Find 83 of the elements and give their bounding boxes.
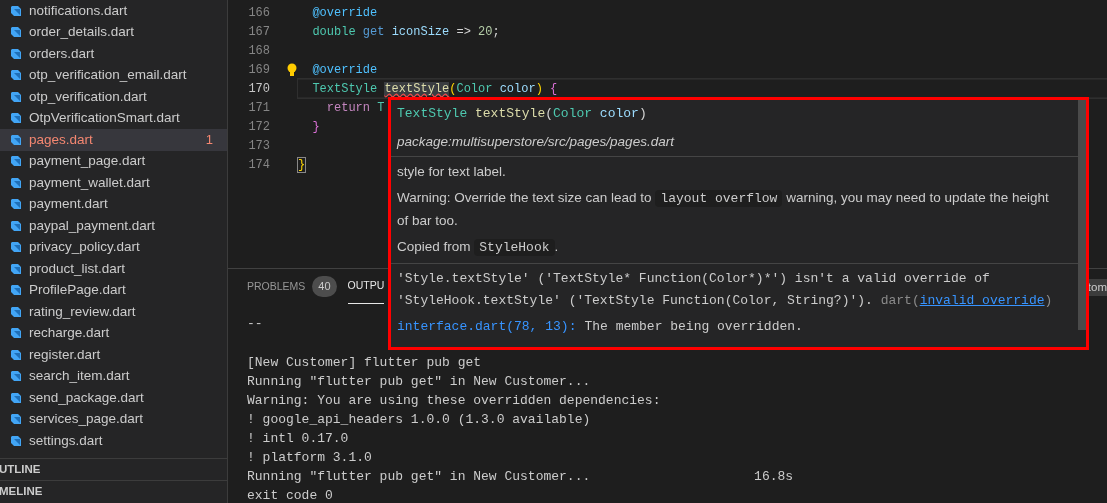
- output-line: Running "flutter pub get" in New Customer... 16.8s: [247, 469, 794, 484]
- output-line: [New Customer] flutter pub get: [247, 355, 482, 370]
- output-line: exit code 0: [247, 488, 333, 503]
- file-item[interactable]: pages.dart 1: [0, 129, 227, 151]
- lightbulb-icon[interactable]: [287, 62, 297, 77]
- file-item[interactable]: order_details.dart: [0, 21, 227, 43]
- dart-file-icon: [10, 112, 22, 125]
- file-item[interactable]: recharge.dart: [0, 322, 227, 344]
- file-item[interactable]: payment_wallet.dart: [0, 172, 227, 194]
- dart-file-icon: [10, 155, 22, 168]
- output-line: ! google_api_headers 1.0.0 (1.3.0 available): [247, 412, 591, 427]
- dart-file-icon: [10, 262, 22, 275]
- error-code-link[interactable]: invalid_override: [919, 293, 1045, 308]
- code-line: }: [311, 118, 320, 136]
- dart-file-icon: [10, 219, 22, 232]
- panel-tab[interactable]: PROBLEMS 40: [247, 269, 337, 304]
- dart-file-icon: [10, 133, 22, 146]
- line-number: 169: [247, 61, 270, 79]
- dart-file-icon: [10, 90, 22, 103]
- file-item[interactable]: product_list.dart: [0, 258, 227, 280]
- code-line: return T: [325, 99, 385, 117]
- file-item[interactable]: paypal_payment.dart: [0, 215, 227, 237]
- output-line: --: [247, 316, 263, 331]
- output-line: ! platform 3.1.0: [247, 450, 372, 465]
- code-line: double get iconSize => 20;: [311, 23, 500, 41]
- file-item[interactable]: otp_verification.dart: [0, 86, 227, 108]
- dart-file-icon: [10, 348, 22, 361]
- line-number: 168: [247, 42, 270, 60]
- dart-file-icon: [10, 176, 22, 189]
- dart-file-icon: [10, 391, 22, 404]
- file-item[interactable]: services_page.dart: [0, 408, 227, 430]
- output-line: Running "flutter pub get" in New Customer...: [247, 374, 591, 389]
- file-item[interactable]: otp_verification_email.dart: [0, 64, 227, 86]
- code-line: @override: [311, 61, 378, 79]
- line-number: 167: [247, 23, 270, 41]
- dart-file-icon: [10, 305, 22, 318]
- file-item[interactable]: privacy_policy.dart: [0, 236, 227, 258]
- line-number: 173: [247, 137, 270, 155]
- hover-signature: TextStyle textStyle(Color color): [396, 105, 648, 124]
- code-line: }: [298, 156, 306, 174]
- dart-file-icon: [10, 434, 22, 447]
- problem-count: 1: [205, 131, 213, 149]
- count-badge: 40: [312, 276, 337, 297]
- line-number: 172: [247, 118, 270, 136]
- code-line: @override: [311, 4, 378, 22]
- dart-file-icon: [10, 4, 22, 17]
- related-message: The member being overridden.: [584, 318, 803, 336]
- file-item[interactable]: payment.dart: [0, 193, 227, 215]
- file-item[interactable]: send_package.dart: [0, 387, 227, 409]
- dart-file-icon: [10, 26, 22, 39]
- section-header[interactable]: UTLINE: [0, 458, 227, 480]
- file-item[interactable]: search_item.dart: [0, 365, 227, 387]
- location-link[interactable]: interface.dart(78, 13):: [397, 316, 577, 338]
- package-path: package:multisuperstore/src/pages/pages.dart: [395, 132, 676, 151]
- doc-text: Warning: Override the text size can lead to layout overflow warning, you may need to update the height of bar too.: [397, 189, 1050, 230]
- doc-text: Copied from StyleHook .: [397, 238, 560, 258]
- dart-file-icon: [10, 198, 22, 211]
- panel-tab[interactable]: OUTPU: [347, 269, 385, 304]
- dart-file-icon: [10, 370, 22, 383]
- dart-file-icon: [10, 284, 22, 297]
- dart-file-icon: [10, 413, 22, 426]
- file-item[interactable]: settings.dart: [0, 430, 227, 452]
- line-number: 166: [247, 4, 270, 22]
- dart-file-icon: [10, 327, 22, 340]
- dart-file-icon: [10, 241, 22, 254]
- file-item[interactable]: notifications.dart: [0, 0, 227, 22]
- section-header[interactable]: MELINE: [0, 480, 227, 502]
- line-number: 174: [247, 156, 270, 174]
- code-line: TextStyle textStyle(Color color) {: [311, 80, 558, 98]
- dart-file-icon: [10, 47, 22, 60]
- doc-text: style for text label.: [397, 163, 507, 181]
- file-item[interactable]: ProfilePage.dart: [0, 279, 227, 301]
- dart-file-icon: [10, 69, 22, 82]
- file-item[interactable]: payment_page.dart: [0, 150, 227, 172]
- file-item[interactable]: orders.dart: [0, 43, 227, 65]
- line-number: 171: [247, 99, 270, 117]
- output-line: Warning: You are using these overridden dependencies:: [247, 393, 661, 408]
- error-message: 'Style.textStyle' ('TextStyle* Function(Color*)*') isn't a valid override of 'StyleHook.textStyle' ('TextStyle Function(Color, String?)'). dart(invalid_override): [397, 270, 1054, 310]
- file-item[interactable]: register.dart: [0, 344, 227, 366]
- output-line: ! intl 0.17.0: [247, 431, 349, 446]
- file-item[interactable]: OtpVerificationSmart.dart: [0, 107, 227, 129]
- file-item[interactable]: rating_review.dart: [0, 301, 227, 323]
- line-number: 170: [247, 80, 270, 98]
